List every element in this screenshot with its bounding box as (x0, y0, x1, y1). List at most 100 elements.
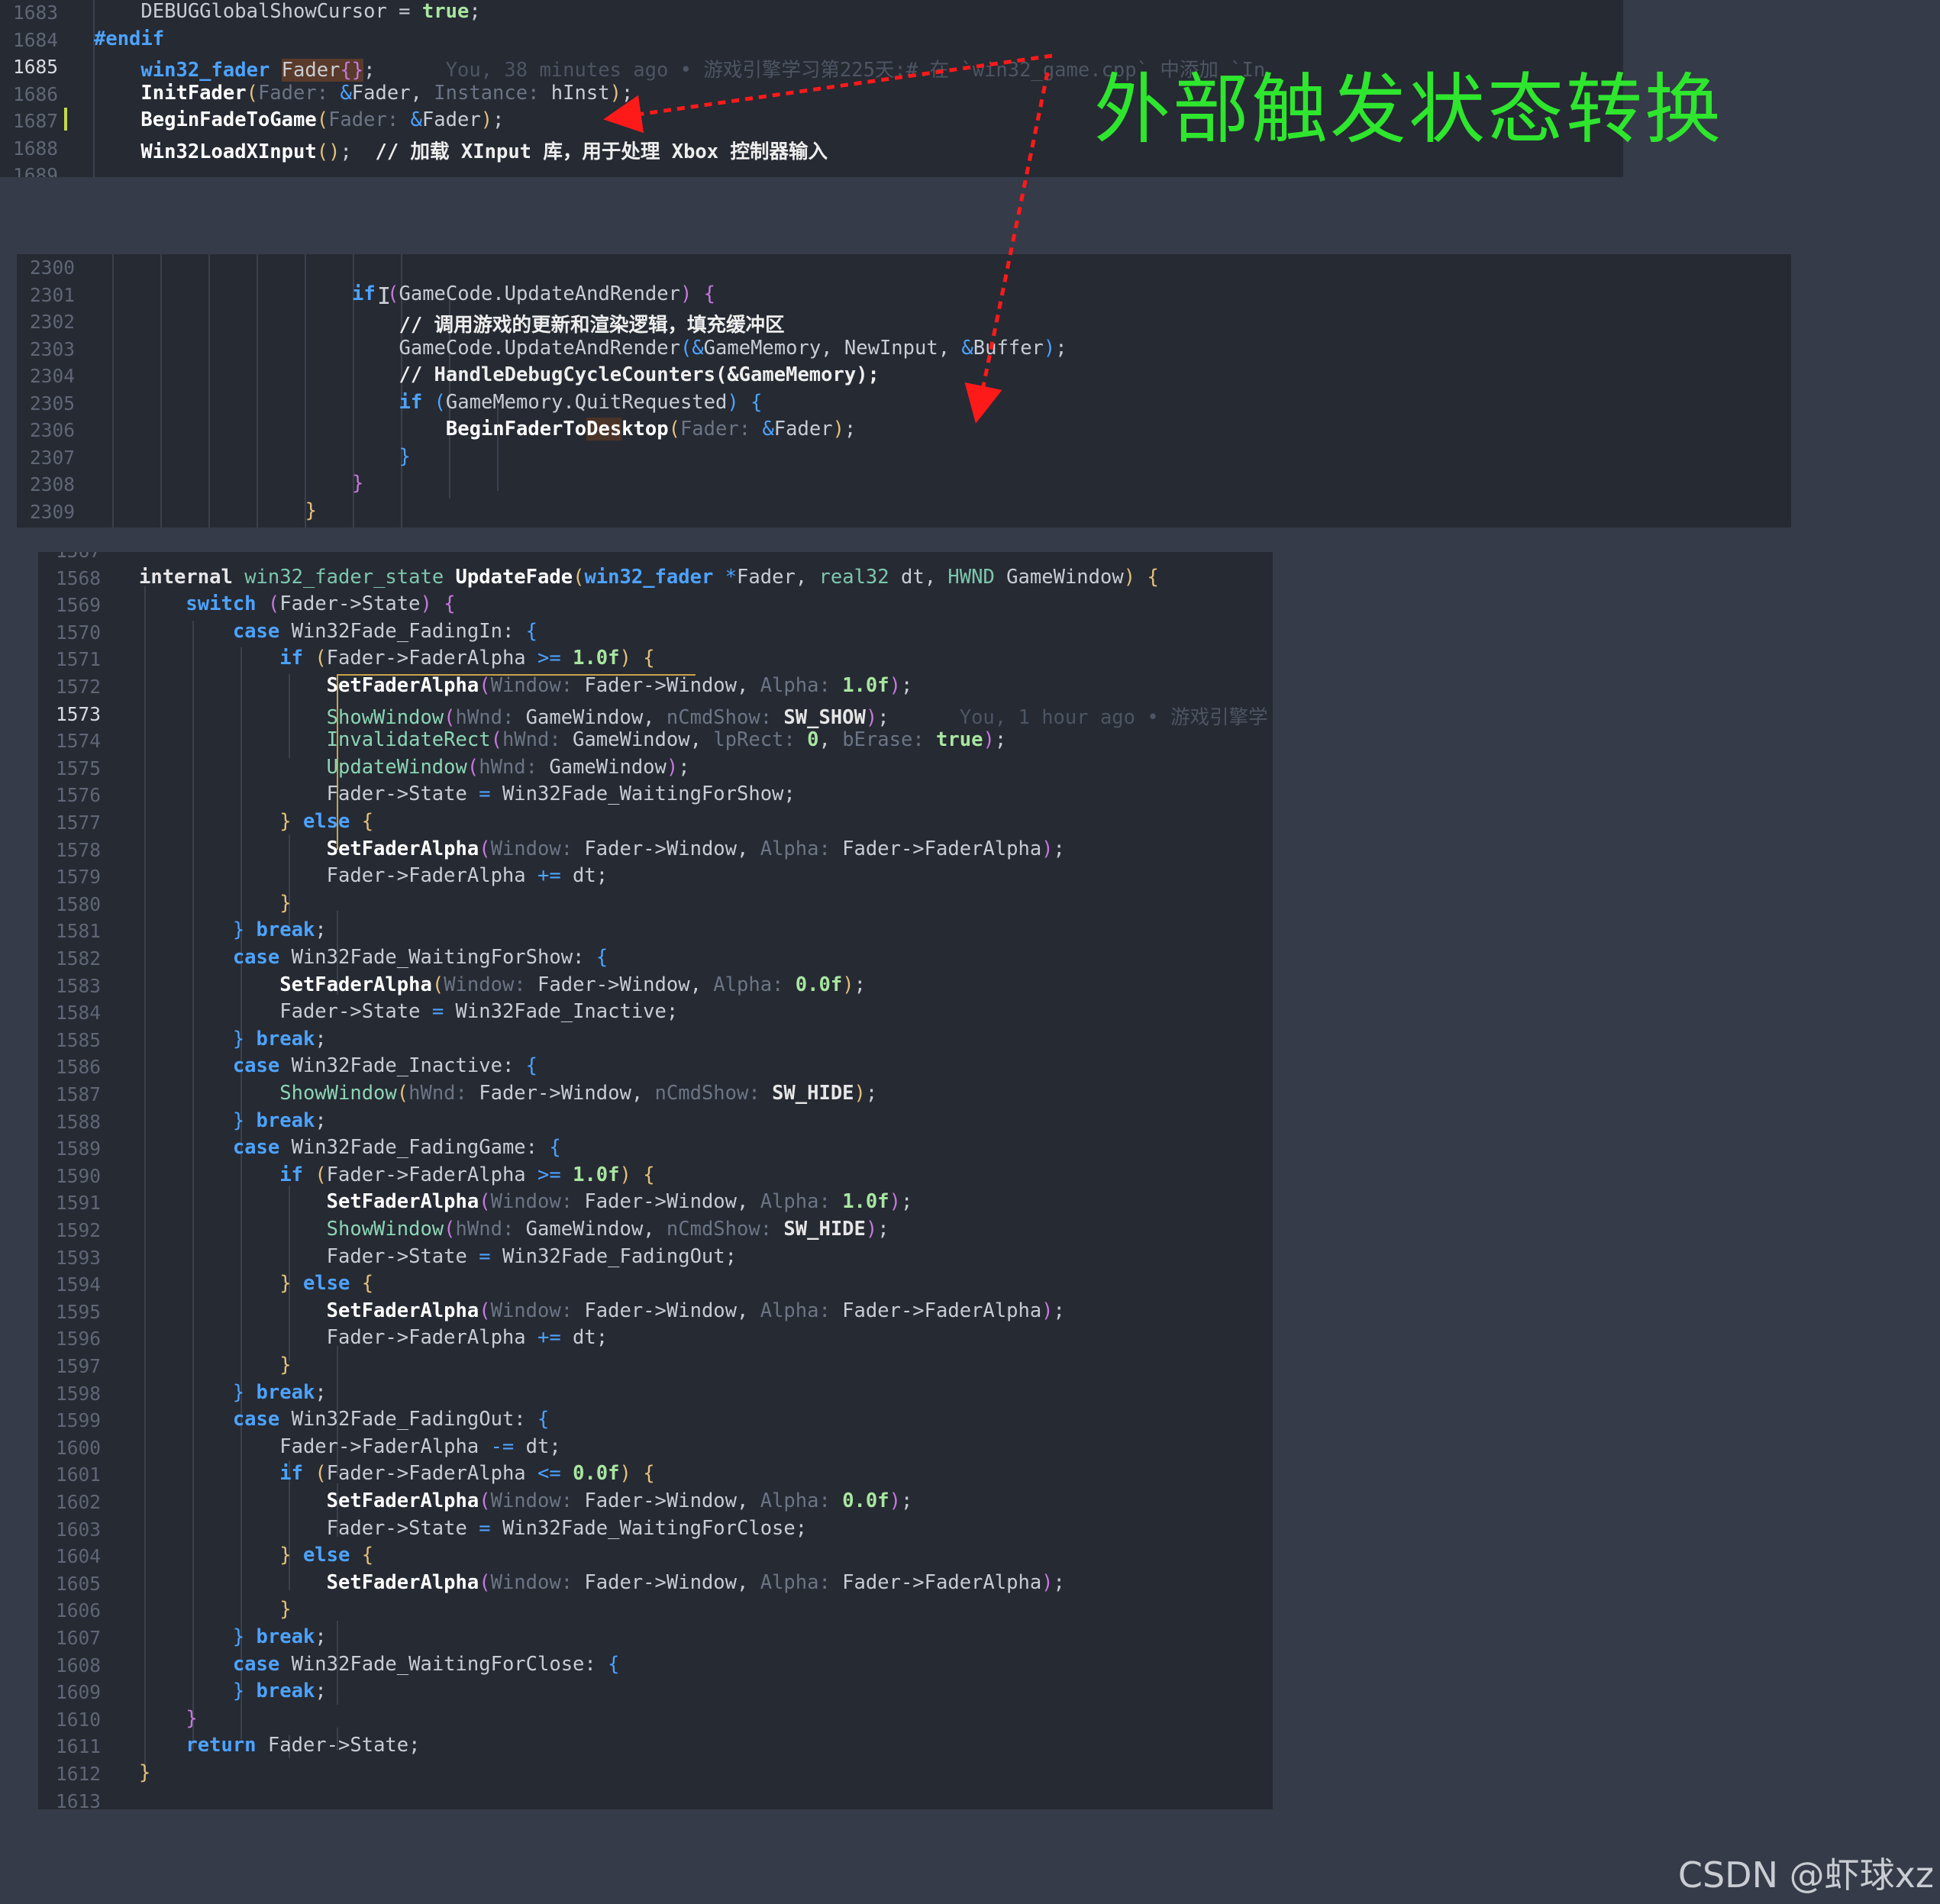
code-line[interactable]: if (Fader->FaderAlpha <= 0.0f) { (139, 1462, 655, 1486)
code-token: { (643, 1462, 655, 1486)
code-token: Fader->FaderAlpha (279, 1434, 491, 1458)
code-line[interactable]: if (GameCode.UpdateAndRender) { (118, 282, 715, 305)
code-line[interactable]: } (139, 1354, 291, 1376)
code-line[interactable]: Fader->FaderAlpha -= dt; (139, 1434, 560, 1458)
code-token: ; (315, 1027, 327, 1050)
code-token: hWnd: (408, 1082, 467, 1105)
code-line[interactable]: SetFaderAlpha(Window: Fader->Window, Alp… (139, 1571, 1065, 1594)
code-line[interactable]: Fader->FaderAlpha += dt; (139, 864, 608, 887)
code-token: { (750, 390, 763, 414)
code-line[interactable]: switch (Fader->State) { (139, 592, 455, 615)
code-token: real32 (818, 565, 889, 589)
code-line[interactable]: Fader->State = Win32Fade_FadingOut; (139, 1245, 737, 1268)
code-line[interactable]: ShowWindow(hWnd: Fader->Window, nCmdShow… (139, 1082, 877, 1105)
code-token: ( (479, 1299, 491, 1322)
code-line[interactable]: } break; (139, 1109, 327, 1132)
code-line[interactable]: InitFader(Fader: &Fader, Instance: hInst… (94, 82, 633, 105)
code-token: } (232, 918, 245, 942)
code-line[interactable]: if (GameMemory.QuitRequested) { (118, 391, 762, 414)
line-number: 2304 (29, 365, 75, 387)
code-line[interactable]: // HandleDebugCycleCounters(&GameMemory)… (118, 363, 879, 386)
code-line[interactable]: BeginFadeToGame(Fader: &Fader); (94, 108, 504, 131)
code-line[interactable]: SetFaderAlpha(Window: Fader->Window, Alp… (139, 674, 913, 697)
code-line[interactable]: Fader->State = Win32Fade_Inactive; (139, 1000, 678, 1023)
code-line[interactable]: } (139, 892, 291, 915)
code-line[interactable]: case Win32Fade_WaitingForClose: { (139, 1653, 620, 1676)
code-line[interactable]: return Fader->State; (139, 1734, 420, 1757)
code-line[interactable]: if (Fader->FaderAlpha >= 1.0f) { (139, 1163, 655, 1186)
code-token: ) (609, 81, 621, 105)
code-line[interactable]: } break; (139, 1625, 327, 1648)
code-line[interactable]: win32_fader Fader{}; You, 38 minutes ago… (94, 54, 1265, 82)
code-line[interactable]: BeginFaderToDesktop(Fader: &Fader); (118, 418, 856, 441)
code-line[interactable]: case Win32Fade_WaitingForShow: { (139, 946, 608, 969)
code-line[interactable]: Fader->State = Win32Fade_WaitingForShow; (139, 783, 796, 805)
code-line[interactable]: } break; (139, 1680, 327, 1702)
code-line[interactable]: UpdateWindow(hWnd: GameWindow); (139, 756, 690, 779)
code-line[interactable]: SetFaderAlpha(Window: Fader->Window, Alp… (139, 1190, 913, 1213)
code-line[interactable]: Fader->State = Win32Fade_WaitingForClose… (139, 1517, 807, 1540)
code-line[interactable]: ShowWindow(hWnd: GameWindow, nCmdShow: S… (139, 702, 1268, 730)
code-token: Win32Fade_FadingIn: (279, 619, 526, 643)
code-token: 0.0f (573, 1462, 620, 1486)
code-line[interactable]: GameCode.UpdateAndRender(&GameMemory, Ne… (118, 337, 1067, 360)
code-token: Fader->FaderAlpha (830, 837, 1042, 860)
code-line[interactable]: SetFaderAlpha(Window: Fader->Window, Alp… (139, 973, 866, 996)
code-line[interactable]: // 调用游戏的更新和渲染逻辑，填充缓冲区 (118, 309, 784, 337)
code-line[interactable]: DEBUGGlobalShowCursor = true; (94, 0, 480, 23)
code-line[interactable]: if (Fader->FaderAlpha >= 1.0f) { (139, 647, 654, 670)
code-line[interactable]: } (139, 1598, 291, 1621)
code-line[interactable]: } (118, 445, 410, 468)
code-line[interactable]: } else { (139, 810, 373, 833)
code-line[interactable]: } else { (139, 1544, 373, 1567)
code-token: { (643, 1163, 655, 1186)
code-token: case (232, 1408, 280, 1431)
code-token: ( (479, 1489, 491, 1512)
editor-panel-update-fade: 1567 1568 internal win32_fader_state Updat… (38, 552, 1273, 1809)
code-line[interactable]: #endif (94, 27, 164, 50)
code-line[interactable]: SetFaderAlpha(Window: Fader->Window, Alp… (139, 1489, 913, 1512)
code-token: Fader->Window, (466, 1082, 655, 1105)
code-line[interactable]: internal win32_fader_state UpdateFade(wi… (139, 566, 1159, 589)
code-line[interactable]: } (139, 1707, 197, 1730)
code-token: Fader->Window, (573, 1299, 760, 1322)
code-line[interactable]: } break; (139, 918, 327, 941)
code-line[interactable]: case Win32Fade_FadingIn: { (139, 620, 537, 643)
code-line[interactable]: } else { (139, 1272, 373, 1295)
code-line[interactable]: } (139, 1761, 150, 1784)
code-token: ) (619, 1163, 631, 1186)
code-token: GameMemory, NewInput, (703, 336, 962, 360)
code-line[interactable]: } (118, 472, 363, 495)
code-token: ) (842, 973, 854, 996)
code-line[interactable]: Win32LoadXInput(); // 加载 XInput 库，用于处理 X… (94, 136, 828, 164)
code-token: SW_SHOW (783, 705, 866, 729)
code-line[interactable]: SetFaderAlpha(Window: Fader->Window, Alp… (139, 1299, 1065, 1322)
code-token: else (302, 1272, 350, 1296)
code-token: ) (889, 674, 901, 697)
code-token: & (692, 336, 704, 360)
code-line[interactable]: ShowWindow(hWnd: GameWindow, nCmdShow: S… (139, 1218, 889, 1241)
code-line[interactable]: } break; (139, 1381, 327, 1404)
code-token: () (316, 140, 341, 163)
code-line[interactable]: InvalidateRect(hWnd: GameWindow, lpRect:… (139, 728, 1007, 751)
code-token: 0.0f (795, 973, 843, 996)
code-line[interactable]: case Win32Fade_FadingOut: { (139, 1408, 550, 1431)
code-line[interactable]: } break; (139, 1028, 327, 1050)
code-line[interactable]: Fader->FaderAlpha += dt; (139, 1326, 608, 1349)
code-line[interactable]: case Win32Fade_Inactive: { (139, 1054, 537, 1077)
code-line[interactable]: } (118, 499, 317, 522)
code-line[interactable]: SetFaderAlpha(Window: Fader->Window, Alp… (139, 837, 1065, 860)
code-line[interactable]: case Win32Fade_FadingGame: { (139, 1136, 561, 1159)
